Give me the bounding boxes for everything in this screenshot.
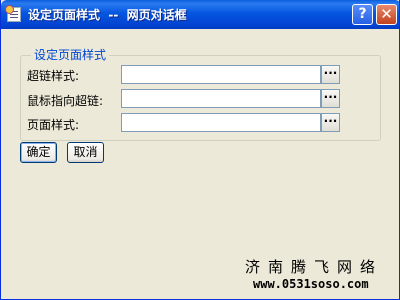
link-style-input[interactable] bbox=[121, 65, 321, 84]
group-legend: 设定页面样式 bbox=[31, 46, 110, 63]
close-button[interactable]: ✕ bbox=[376, 4, 397, 25]
link-style-browse-button[interactable]: ··· bbox=[321, 65, 340, 84]
link-hover-style-browse-button[interactable]: ··· bbox=[321, 89, 340, 108]
watermark-company-name: 济南腾飞网络 bbox=[245, 258, 384, 276]
link-hover-style-label: 鼠标指向超链: bbox=[27, 94, 104, 108]
ok-button[interactable]: 确定 bbox=[20, 142, 57, 163]
cancel-button[interactable]: 取消 bbox=[67, 142, 104, 163]
window-title: 设定页面样式 -- 网页对话框 bbox=[28, 8, 187, 22]
link-style-label: 超链样式: bbox=[27, 69, 80, 83]
page-style-label: 页面样式: bbox=[27, 118, 80, 132]
dialog-window: 设定页面样式 -- 网页对话框 ? ✕ 设定页面样式 超链样式: ··· 鼠标指… bbox=[0, 0, 400, 300]
watermark-url: www.0531soso.com bbox=[253, 277, 369, 291]
dialog-icon bbox=[5, 5, 21, 22]
link-hover-style-input[interactable] bbox=[121, 89, 321, 108]
help-button[interactable]: ? bbox=[352, 4, 373, 25]
page-style-input[interactable] bbox=[121, 113, 321, 132]
title-bar[interactable]: 设定页面样式 -- 网页对话框 ? ✕ bbox=[1, 0, 399, 29]
page-style-browse-button[interactable]: ··· bbox=[321, 113, 340, 132]
